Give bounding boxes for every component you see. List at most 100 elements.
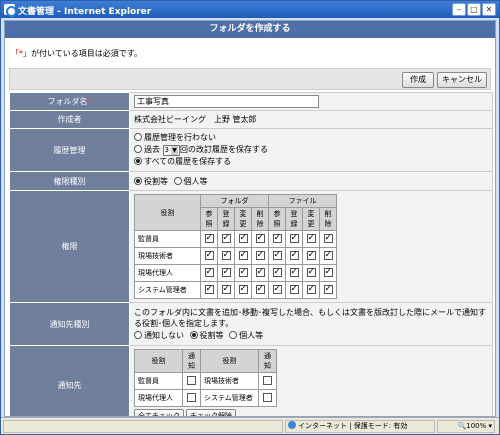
notify-description: このフォルダ内に文書を追加･移動･複写した場合、もしくは文書を版改訂した際にメー… <box>134 307 486 328</box>
permission-checkbox[interactable] <box>289 232 299 244</box>
check-all-button[interactable]: 全てチェック <box>134 409 184 416</box>
permission-checkbox[interactable] <box>238 266 248 278</box>
perm-col-header: 変更 <box>234 207 252 231</box>
perm-role-header: 役割 <box>134 194 201 231</box>
permissions-label: 権限 <box>9 190 130 303</box>
folder-name-input[interactable]: 工事写真 <box>134 95 319 108</box>
notify-type-cell: このフォルダ内に文書を追加･移動･複写した場合、もしくは文書を版改訂した際にメー… <box>129 302 493 346</box>
notify-table: 役割 通知 役割 通知 監督員 現場技術者 現場代理人 システム管理者 <box>134 349 277 407</box>
permission-checkbox[interactable] <box>306 266 316 278</box>
perm-col-header: 削除 <box>251 207 269 231</box>
create-button[interactable]: 作成 <box>402 72 434 88</box>
perm-role-cell: 現場代理人 <box>134 264 201 282</box>
notify-role-header: 役割 <box>200 349 259 373</box>
globe-icon <box>288 421 296 429</box>
history-count-select[interactable]: 3 ▼ <box>162 145 181 156</box>
permission-checkbox[interactable] <box>255 232 265 244</box>
permission-checkbox[interactable] <box>255 266 265 278</box>
permission-checkbox[interactable] <box>238 232 248 244</box>
perm-col-header: 登録 <box>285 207 303 231</box>
perm-type-options: 役割等 個人等 <box>129 171 493 191</box>
perm-col-header: 削除 <box>319 207 337 231</box>
minimize-button[interactable]: – <box>452 3 466 16</box>
notify-role-cell: 現場代理人 <box>134 389 183 407</box>
permission-checkbox[interactable] <box>204 266 214 278</box>
permission-checkbox[interactable] <box>204 249 214 261</box>
folder-name-label: フォルダ名* <box>9 92 130 111</box>
table-row: システム管理者 <box>134 281 337 299</box>
permission-checkbox[interactable] <box>204 283 214 295</box>
status-bar: インターネット | 保護モード: 有効 🔍100% ▾ <box>1 417 499 434</box>
permission-checkbox[interactable] <box>323 266 333 278</box>
permission-checkbox[interactable] <box>221 283 231 295</box>
notify-checkbox[interactable] <box>263 376 272 385</box>
permission-checkbox[interactable] <box>221 249 231 261</box>
notify-role-radio[interactable] <box>189 330 198 339</box>
notify-role-header: 役割 <box>134 349 183 373</box>
action-bar: 作成 キャンセル <box>9 68 491 90</box>
perm-col-header: 参照 <box>200 207 218 231</box>
browser-window: 文書管理 - Internet Explorer – □ ✕ フォルダを作成する… <box>0 0 500 435</box>
permission-checkbox[interactable] <box>204 232 214 244</box>
folder-form: フォルダ名* 工事写真 作成者 株式会社ビーイング 上野 管太郎 履歴管理 履歴… <box>9 92 493 416</box>
history-all-radio[interactable] <box>134 157 142 165</box>
permission-checkbox[interactable] <box>289 249 299 261</box>
perm-type-person-radio[interactable] <box>173 176 182 185</box>
permission-checkbox[interactable] <box>272 266 282 278</box>
perm-file-header: ファイル <box>268 194 337 208</box>
notify-person-radio[interactable] <box>229 330 238 339</box>
perm-type-role-radio[interactable] <box>134 176 142 185</box>
permission-checkbox[interactable] <box>306 283 316 295</box>
history-none-radio[interactable] <box>134 133 142 141</box>
permission-checkbox[interactable] <box>272 232 282 244</box>
cancel-button[interactable]: キャンセル <box>437 72 487 88</box>
permission-checkbox[interactable] <box>221 266 231 278</box>
notify-role-cell: システム管理者 <box>200 389 259 407</box>
table-row: 監督員 <box>134 230 337 248</box>
title-bar: 文書管理 - Internet Explorer – □ ✕ <box>1 1 499 18</box>
permission-checkbox[interactable] <box>221 232 231 244</box>
perm-role-cell: 現場技術者 <box>134 247 201 265</box>
permission-checkbox[interactable] <box>323 249 333 261</box>
permission-checkbox[interactable] <box>323 232 333 244</box>
table-row: 現場代理人 <box>134 264 337 282</box>
permission-checkbox[interactable] <box>289 283 299 295</box>
uncheck-all-button[interactable]: チェック解除 <box>186 409 236 416</box>
history-past-radio[interactable] <box>134 145 142 153</box>
notify-checkbox[interactable] <box>263 393 272 402</box>
permission-checkbox[interactable] <box>272 249 282 261</box>
close-button[interactable]: ✕ <box>482 3 496 16</box>
zoom-control[interactable]: 🔍100% ▾ <box>437 420 495 433</box>
perm-col-header: 登録 <box>217 207 235 231</box>
required-note-text: が付いている項目は必須です。 <box>31 49 142 58</box>
zone-indicator: インターネット | 保護モード: 有効 <box>285 420 435 433</box>
window-title: 文書管理 - Internet Explorer <box>18 7 152 17</box>
zoom-icon: 🔍 <box>457 422 467 430</box>
notify-checkbox[interactable] <box>187 376 196 385</box>
maximize-button[interactable]: □ <box>467 3 481 16</box>
perm-role-cell: 監督員 <box>134 230 201 248</box>
notify-checkbox[interactable] <box>187 393 196 402</box>
chevron-down-icon: ▼ <box>171 146 179 155</box>
notify-none-radio[interactable] <box>134 330 142 339</box>
permission-checkbox[interactable] <box>238 249 248 261</box>
permission-checkbox[interactable] <box>272 283 282 295</box>
permission-checkbox[interactable] <box>323 283 333 295</box>
permission-checkbox[interactable] <box>289 266 299 278</box>
permission-checkbox[interactable] <box>255 283 265 295</box>
permission-checkbox[interactable] <box>306 232 316 244</box>
perm-role-cell: システム管理者 <box>134 281 201 299</box>
creator-label: 作成者 <box>9 110 130 129</box>
table-row: 現場技術者 <box>134 247 337 265</box>
notify-role-cell: 監督員 <box>134 372 183 390</box>
notify-col-header: 通知 <box>182 349 201 373</box>
creator-value: 株式会社ビーイング 上野 管太郎 <box>129 110 493 129</box>
permission-checkbox[interactable] <box>306 249 316 261</box>
permission-checkbox[interactable] <box>255 249 265 261</box>
history-label: 履歴管理 <box>9 128 130 172</box>
perm-col-header: 変更 <box>302 207 320 231</box>
notify-to-label: 通知先 <box>9 345 130 416</box>
permissions-table: 役割 フォルダ ファイル 参照登録変更削除参照登録変更削除 監督員現場技術者現場… <box>134 194 337 299</box>
permission-checkbox[interactable] <box>238 283 248 295</box>
required-note: 「*」が付いている項目は必須です。 <box>5 38 495 68</box>
